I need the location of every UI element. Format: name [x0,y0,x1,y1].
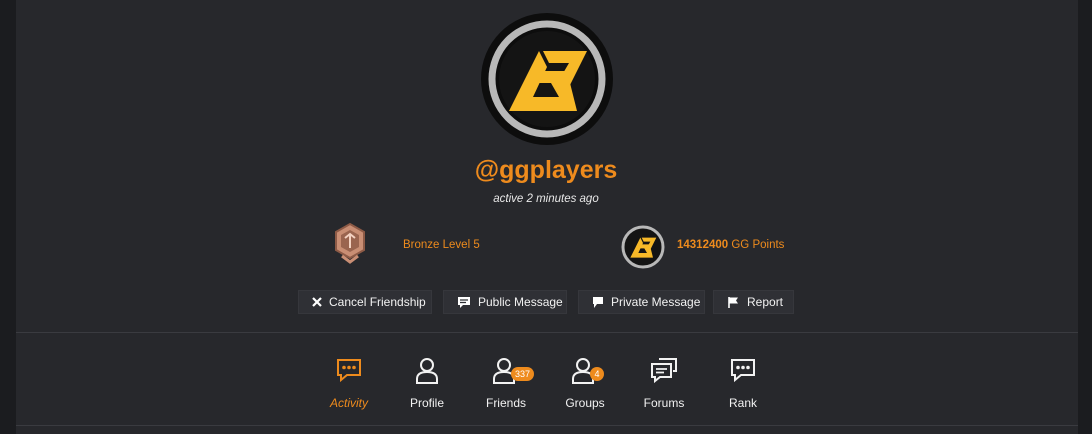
profile-avatar[interactable] [481,13,613,145]
username: @ggplayers [474,156,618,184]
user-icon [416,358,438,384]
forums-icon [651,358,677,384]
tab-label: Forums [643,396,685,410]
tab-label: Friends [485,396,526,410]
tab-label: Groups [565,396,605,410]
private-message-button[interactable]: Private Message [578,290,705,314]
tab-activity[interactable]: Activity [314,352,384,412]
public-message-label: Public Message [478,295,563,309]
tab-label: Profile [409,396,444,410]
tab-profile[interactable]: Profile [392,352,462,412]
bottom-divider [16,425,1078,426]
report-label: Report [747,295,784,309]
rank-level-text: Bronze Level 5 [403,239,480,251]
section-divider [16,332,1078,333]
speech-bubble-icon [593,296,603,308]
activity-bubble-icon [337,359,361,383]
rank-icon [731,359,755,383]
message-lines-icon [458,296,470,308]
close-icon [312,297,322,307]
gg-points-value: 14312400 [677,239,729,251]
friends-count-badge: 337 [511,367,535,381]
tab-label: Rank [728,396,757,410]
gg-points-text: 14312400 GG Points [677,239,784,251]
flag-icon [728,296,738,308]
groups-count-badge: 4 [590,367,604,381]
gg-points-label: GG Points [728,239,785,251]
tab-forums[interactable]: Forums [629,352,699,412]
report-button[interactable]: Report [713,290,794,314]
tab-label: Activity [329,396,368,410]
gg-points-icon [621,225,665,269]
cancel-friendship-label: Cancel Friendship [329,295,426,309]
cancel-friendship-button[interactable]: Cancel Friendship [298,290,432,314]
bronze-rank-badge-icon [335,222,365,264]
tab-rank[interactable]: Rank [708,352,778,412]
last-active-status: active 2 minutes ago [493,193,599,205]
tab-groups[interactable]: 4 Groups [550,352,620,412]
tab-friends[interactable]: 337 Friends [471,352,541,412]
public-message-button[interactable]: Public Message [443,290,567,314]
private-message-label: Private Message [611,295,701,309]
